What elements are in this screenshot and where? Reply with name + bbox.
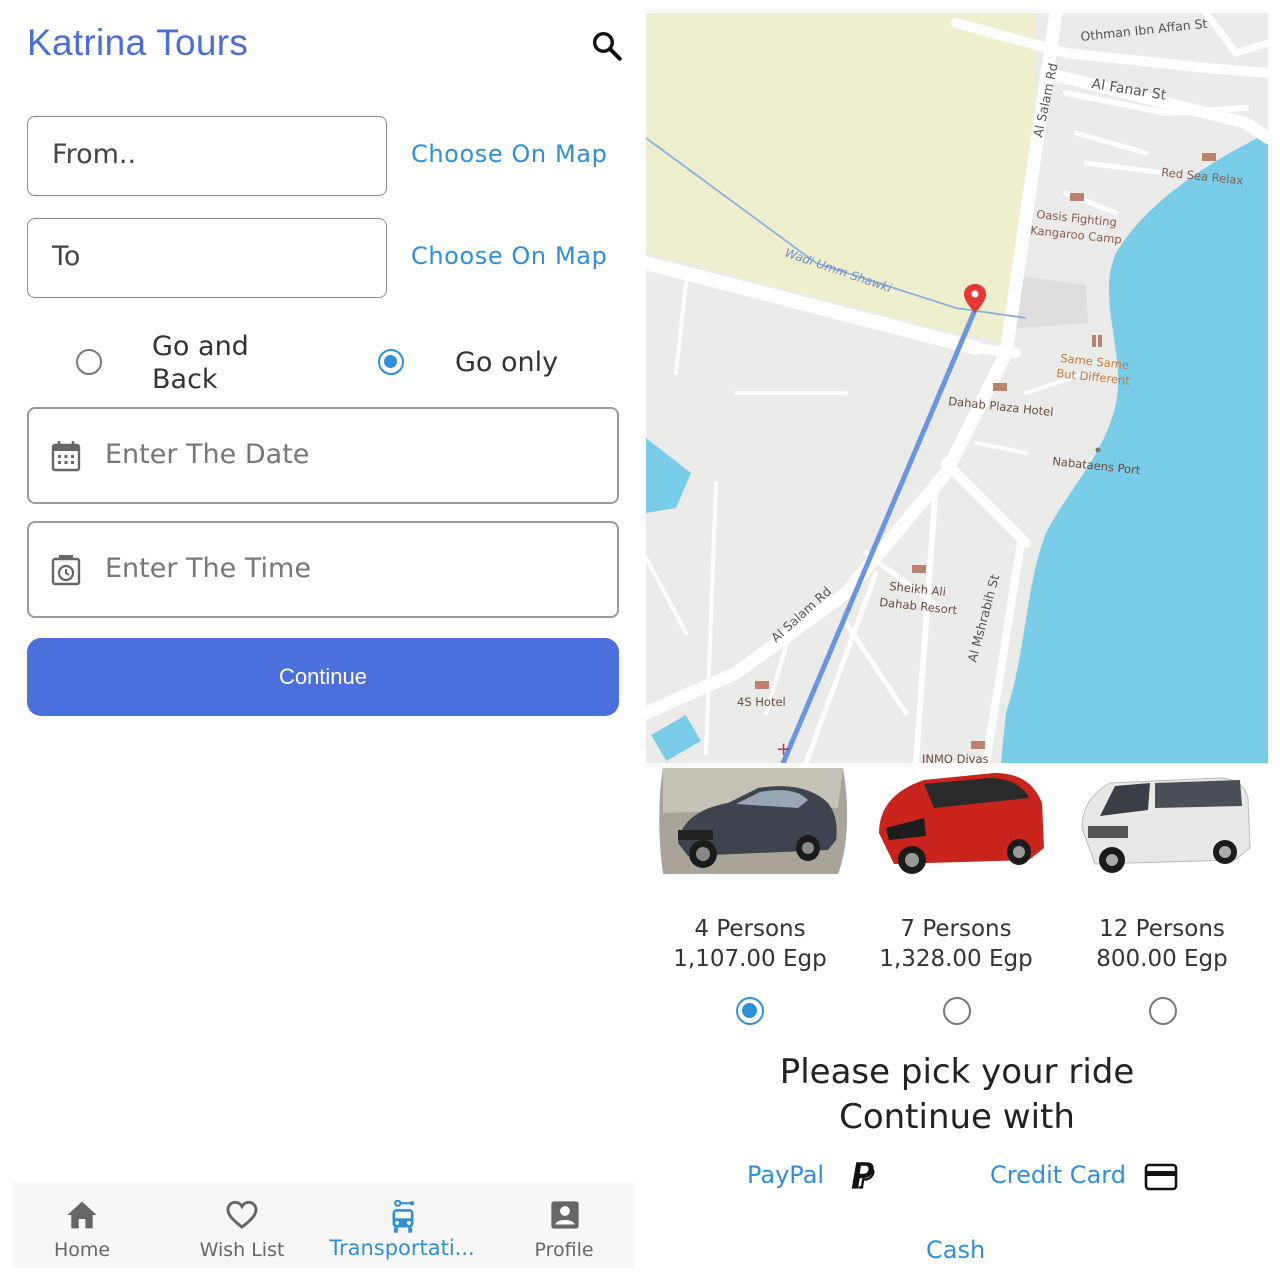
nav-profile[interactable]: Profile: [514, 1182, 614, 1268]
person-icon: [551, 1201, 579, 1229]
bus-icon: [392, 1200, 415, 1233]
heart-icon: [226, 1200, 258, 1229]
vehicle-1-persons: 4 Persons: [694, 916, 806, 942]
continue-button[interactable]: Continue: [27, 638, 619, 716]
nav-transportation-label: Transportati...: [329, 1236, 475, 1260]
map-label-4s-hotel: 4S Hotel: [737, 695, 786, 709]
vehicle-option-3: 12 Persons 800.00 Egp: [1067, 914, 1257, 974]
sedan-image[interactable]: [658, 768, 848, 878]
go-and-back-label-line1: Go and: [152, 331, 249, 362]
svg-text:+: +: [776, 739, 791, 760]
time-placeholder: Enter The Time: [105, 553, 311, 584]
go-only-radio[interactable]: [378, 349, 404, 375]
from-choose-on-map-link[interactable]: Choose On Map: [411, 140, 607, 168]
nav-home[interactable]: Home: [32, 1182, 132, 1268]
ride-selection-screen: + Othman Ibn Affan St Al Fanar St Al Sal…: [646, 0, 1280, 1280]
search-icon[interactable]: [590, 29, 624, 63]
vehicle-2-persons: 7 Persons: [900, 916, 1012, 942]
map-label-inmo: INMO Divas: [922, 752, 989, 763]
bottom-navigation: Home Wish List Transportati... Profile: [12, 1182, 634, 1268]
vehicle-option-2: 7 Persons 1,328.00 Egp: [861, 914, 1051, 974]
vehicle-1-radio[interactable]: [736, 997, 764, 1025]
date-field[interactable]: Enter The Date: [27, 407, 619, 504]
go-and-back-label: Go and Back: [152, 330, 249, 396]
vehicle-3-radio[interactable]: [1149, 997, 1177, 1025]
nav-wish-list-label: Wish List: [199, 1239, 285, 1261]
vehicle-3-persons: 12 Persons: [1099, 916, 1225, 942]
to-field-value: To: [52, 241, 81, 272]
calendar-icon: [51, 441, 81, 472]
nav-home-label: Home: [53, 1239, 111, 1261]
continue-with-text: Continue with: [839, 1097, 1075, 1137]
go-and-back-label-line2: Back: [152, 364, 218, 395]
to-field[interactable]: To: [27, 218, 387, 298]
paypal-label: PayPal: [747, 1161, 825, 1189]
home-icon: [67, 1201, 97, 1229]
route-map[interactable]: + Othman Ibn Affan St Al Fanar St Al Sal…: [646, 13, 1268, 763]
trip-form-screen: Katrina Tours From.. Choose On Map To Ch…: [0, 0, 640, 1280]
to-choose-on-map-link[interactable]: Choose On Map: [411, 242, 607, 270]
credit-card-option[interactable]: Credit Card: [990, 1161, 1126, 1189]
nav-transportation[interactable]: Transportati...: [320, 1182, 484, 1268]
paypal-icon[interactable]: [848, 1160, 876, 1192]
app-title: Katrina Tours: [27, 22, 249, 63]
time-field[interactable]: Enter The Time: [27, 521, 619, 618]
pick-ride-heading: Please pick your ride Continue with: [646, 1050, 1268, 1140]
from-field[interactable]: From..: [27, 116, 387, 196]
van-image[interactable]: [1070, 768, 1260, 878]
mpv-image[interactable]: [864, 768, 1054, 878]
vehicle-1-price: 1,107.00 Egp: [673, 946, 827, 972]
credit-card-icon[interactable]: [1144, 1163, 1178, 1191]
cash-option[interactable]: Cash: [926, 1236, 985, 1264]
clock-icon: [51, 555, 81, 586]
nav-profile-label: Profile: [534, 1239, 594, 1261]
go-and-back-radio[interactable]: [76, 349, 102, 375]
from-field-value: From..: [52, 139, 137, 170]
vehicle-option-1: 4 Persons 1,107.00 Egp: [655, 914, 845, 974]
nav-wish-list[interactable]: Wish List: [190, 1182, 294, 1268]
paypal-option[interactable]: PayPal: [747, 1161, 824, 1189]
vehicle-2-price: 1,328.00 Egp: [879, 946, 1033, 972]
vehicle-2-radio[interactable]: [943, 997, 971, 1025]
go-only-label: Go only: [455, 347, 559, 378]
vehicle-3-price: 800.00 Egp: [1096, 946, 1228, 972]
pick-ride-text: Please pick your ride: [779, 1052, 1135, 1092]
credit-card-label: Credit Card: [990, 1161, 1126, 1189]
date-placeholder: Enter The Date: [105, 439, 310, 470]
